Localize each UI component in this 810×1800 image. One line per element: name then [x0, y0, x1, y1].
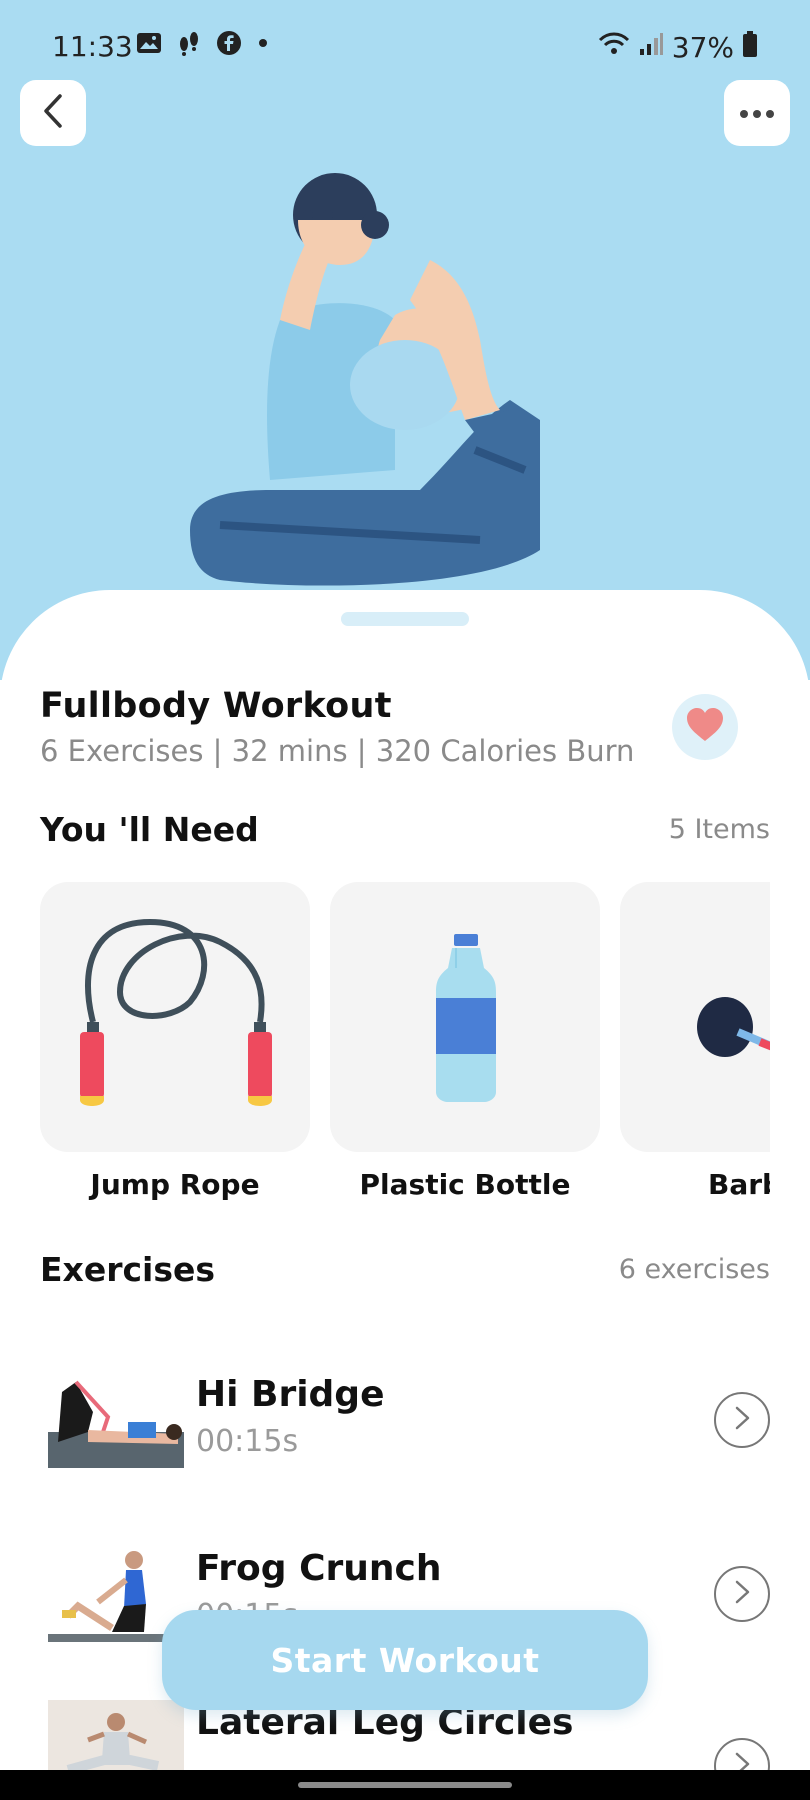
exercise-row[interactable]: Hi Bridge 00:15s: [40, 1372, 770, 1482]
chevron-left-icon: [38, 93, 68, 133]
workout-summary: 6 Exercises | 32 mins | 320 Calories Bur…: [40, 734, 635, 768]
jump-rope-icon: [40, 918, 310, 1152]
more-options-button[interactable]: [724, 80, 790, 146]
equipment-label: Barb: [708, 1168, 770, 1201]
back-button[interactable]: [20, 80, 86, 146]
heart-icon: [685, 707, 725, 747]
equipment-label: Jump Rope: [90, 1168, 260, 1201]
plastic-bottle-icon: [330, 934, 600, 1152]
open-exercise-button[interactable]: [714, 1738, 770, 1770]
system-icons: 37%: [598, 30, 758, 65]
footsteps-icon: [176, 30, 202, 60]
chevron-right-icon: [732, 1751, 752, 1770]
wifi-icon: [598, 31, 630, 64]
equipment-card[interactable]: [620, 882, 770, 1152]
signal-icon: [638, 31, 664, 64]
needs-section-title: You 'll Need: [40, 810, 259, 849]
exercise-duration: 00:15s: [196, 1424, 299, 1459]
open-exercise-button[interactable]: [714, 1392, 770, 1448]
yoga-illustration: [180, 170, 640, 610]
exercise-row[interactable]: Lateral Leg Circles: [40, 1700, 770, 1770]
exercise-name: Frog Crunch: [196, 1548, 442, 1589]
workout-title: Fullbody Workout: [40, 686, 392, 726]
equipment-item[interactable]: Plastic Bottle: [330, 882, 600, 1201]
exercise-thumbnail: [48, 1700, 184, 1770]
favorite-button[interactable]: [672, 694, 738, 760]
barbell-icon: [620, 997, 770, 1152]
status-bar: 11:33 37%: [0, 0, 810, 90]
open-exercise-button[interactable]: [714, 1566, 770, 1622]
hero-banner: 11:33 37%: [0, 0, 810, 680]
facebook-icon: [216, 30, 242, 60]
status-time: 11:33: [52, 30, 133, 63]
equipment-card[interactable]: [40, 882, 310, 1152]
equipment-card[interactable]: [330, 882, 600, 1152]
home-indicator[interactable]: [298, 1782, 512, 1788]
chevron-right-icon: [732, 1405, 752, 1435]
equipment-label: Plastic Bottle: [359, 1168, 571, 1201]
notification-icons: [136, 30, 270, 60]
exercises-count: 6 exercises: [618, 1254, 770, 1285]
battery-percent: 37%: [671, 31, 734, 64]
exercise-thumbnail: [48, 1372, 184, 1468]
battery-icon: [742, 30, 758, 65]
exercise-name: Hi Bridge: [196, 1374, 385, 1415]
start-workout-button[interactable]: Start Workout: [162, 1610, 648, 1710]
gallery-icon: [136, 32, 162, 58]
equipment-item[interactable]: Jump Rope: [40, 882, 310, 1201]
exercises-section-title: Exercises: [40, 1250, 216, 1289]
needs-count: 5 Items: [668, 814, 770, 845]
sheet-drag-handle[interactable]: [341, 612, 469, 626]
exercise-thumbnail: [48, 1546, 184, 1642]
chevron-right-icon: [732, 1579, 752, 1609]
equipment-item[interactable]: Barb: [620, 882, 770, 1201]
equipment-carousel[interactable]: Jump Rope Plastic Bottle Bar: [40, 882, 770, 1202]
dot-icon: [256, 30, 270, 60]
more-horizontal-icon: [739, 104, 775, 123]
